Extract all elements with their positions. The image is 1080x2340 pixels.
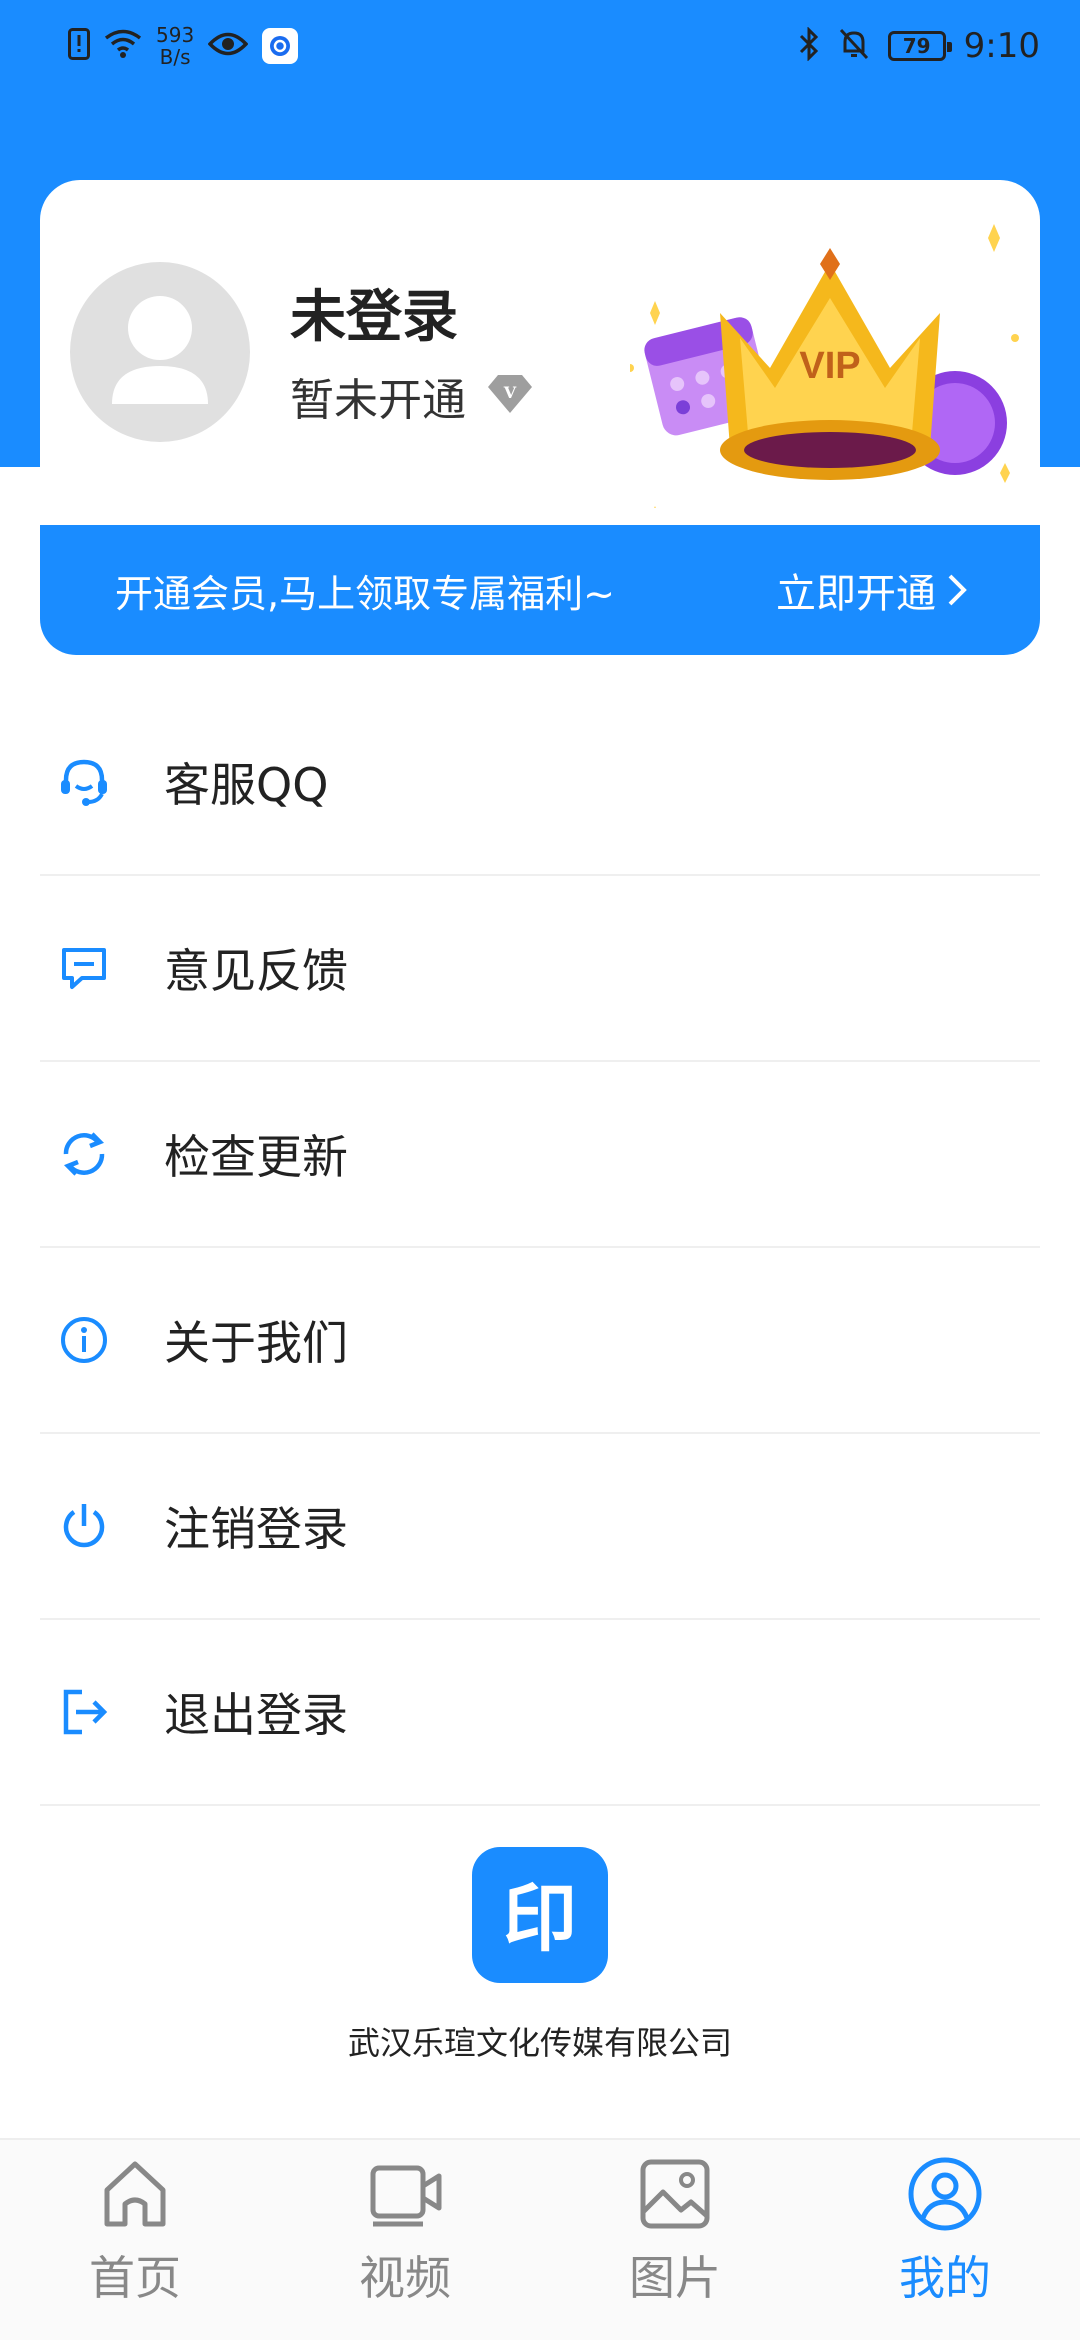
video-icon (370, 2165, 442, 2227)
nav-tab-label: 图片 (629, 2251, 721, 2305)
status-time: 9:10 (963, 26, 1040, 66)
image-icon (640, 2159, 710, 2229)
network-speed-value: 593 (156, 23, 195, 47)
bottom-nav: 首页 视频 图片 我的 (0, 2138, 1080, 2340)
nav-tab-mine[interactable]: 我的 (810, 2140, 1080, 2340)
bluetooth-icon (798, 26, 820, 65)
eye-icon (207, 31, 249, 61)
vip-promo-text: 开通会员,马上领取专属福利~ (115, 571, 615, 616)
open-vip-button[interactable]: 立即开通 (776, 561, 968, 619)
company-logo-mark: 印 (503, 1876, 577, 1960)
status-bar: 593 B/s 79 9:10 (0, 0, 1080, 90)
menu-item-customer-service[interactable]: 客服QQ (40, 690, 1040, 876)
network-speed: 593 B/s (156, 24, 194, 68)
menu-item-label: 意见反馈 (164, 944, 348, 998)
vip-crown-illustration: VIP (626, 218, 1030, 530)
svg-text:V: V (503, 383, 517, 402)
default-avatar-icon (112, 296, 208, 404)
status-left: 593 B/s (68, 18, 299, 74)
company-name: 武汉乐瑄文化传媒有限公司 (347, 2024, 732, 2062)
open-vip-label: 立即开通 (776, 571, 936, 617)
mute-bell-icon (838, 27, 870, 65)
app-notification-icon (262, 28, 299, 64)
nav-tab-home[interactable]: 首页 (0, 2140, 270, 2340)
user-icon (908, 2157, 982, 2231)
menu-item-check-update[interactable]: 检查更新 (40, 1062, 1040, 1248)
vip-promo-banner[interactable]: 开通会员,马上领取专属福利~ 立即开通 (40, 525, 1040, 655)
power-icon (58, 1500, 110, 1552)
menu-item-logout[interactable]: 退出登录 (40, 1620, 1040, 1806)
info-icon (58, 1314, 110, 1366)
wifi-icon (104, 29, 142, 63)
chevron-right-icon (948, 574, 967, 606)
status-right: 79 9:10 (798, 18, 1040, 74)
nav-tab-image[interactable]: 图片 (540, 2140, 810, 2340)
headset-icon (58, 756, 110, 808)
company-logo: 印 (472, 1847, 608, 1983)
menu-item-label: 退出登录 (164, 1688, 348, 1742)
refresh-icon (58, 1128, 110, 1180)
vip-badge-text: VIP (799, 345, 860, 387)
menu-item-label: 检查更新 (164, 1130, 348, 1184)
nav-tab-label: 视频 (359, 2251, 451, 2305)
menu-item-label: 注销登录 (164, 1502, 348, 1556)
sim-alert-icon (68, 28, 90, 64)
feedback-icon (58, 942, 110, 994)
settings-menu: 客服QQ 意见反馈 检查更新 关于我们 注销登录 退出登录 (40, 690, 1040, 1806)
battery-indicator: 79 (887, 31, 952, 61)
diamond-icon: V (486, 373, 534, 419)
menu-item-label: 关于我们 (164, 1316, 348, 1370)
profile-card[interactable]: 未登录 暂未开通 V VIP (40, 180, 1040, 530)
nav-tab-video[interactable]: 视频 (270, 2140, 540, 2340)
home-icon (104, 2161, 166, 2227)
menu-item-deregister[interactable]: 注销登录 (40, 1434, 1040, 1620)
avatar[interactable] (70, 262, 250, 442)
vip-status-text: 暂未开通 (290, 375, 466, 426)
nav-tab-label: 我的 (899, 2251, 991, 2305)
menu-item-feedback[interactable]: 意见反馈 (40, 876, 1040, 1062)
logout-icon (58, 1686, 110, 1738)
network-speed-unit: B/s (159, 45, 191, 69)
vip-status: 暂未开通 V (290, 364, 534, 428)
nav-tab-label: 首页 (89, 2251, 181, 2305)
username[interactable]: 未登录 (290, 272, 458, 353)
menu-item-label: 客服QQ (164, 758, 329, 812)
company-logo-text: 印 (503, 1876, 577, 1960)
menu-item-about-us[interactable]: 关于我们 (40, 1248, 1040, 1434)
